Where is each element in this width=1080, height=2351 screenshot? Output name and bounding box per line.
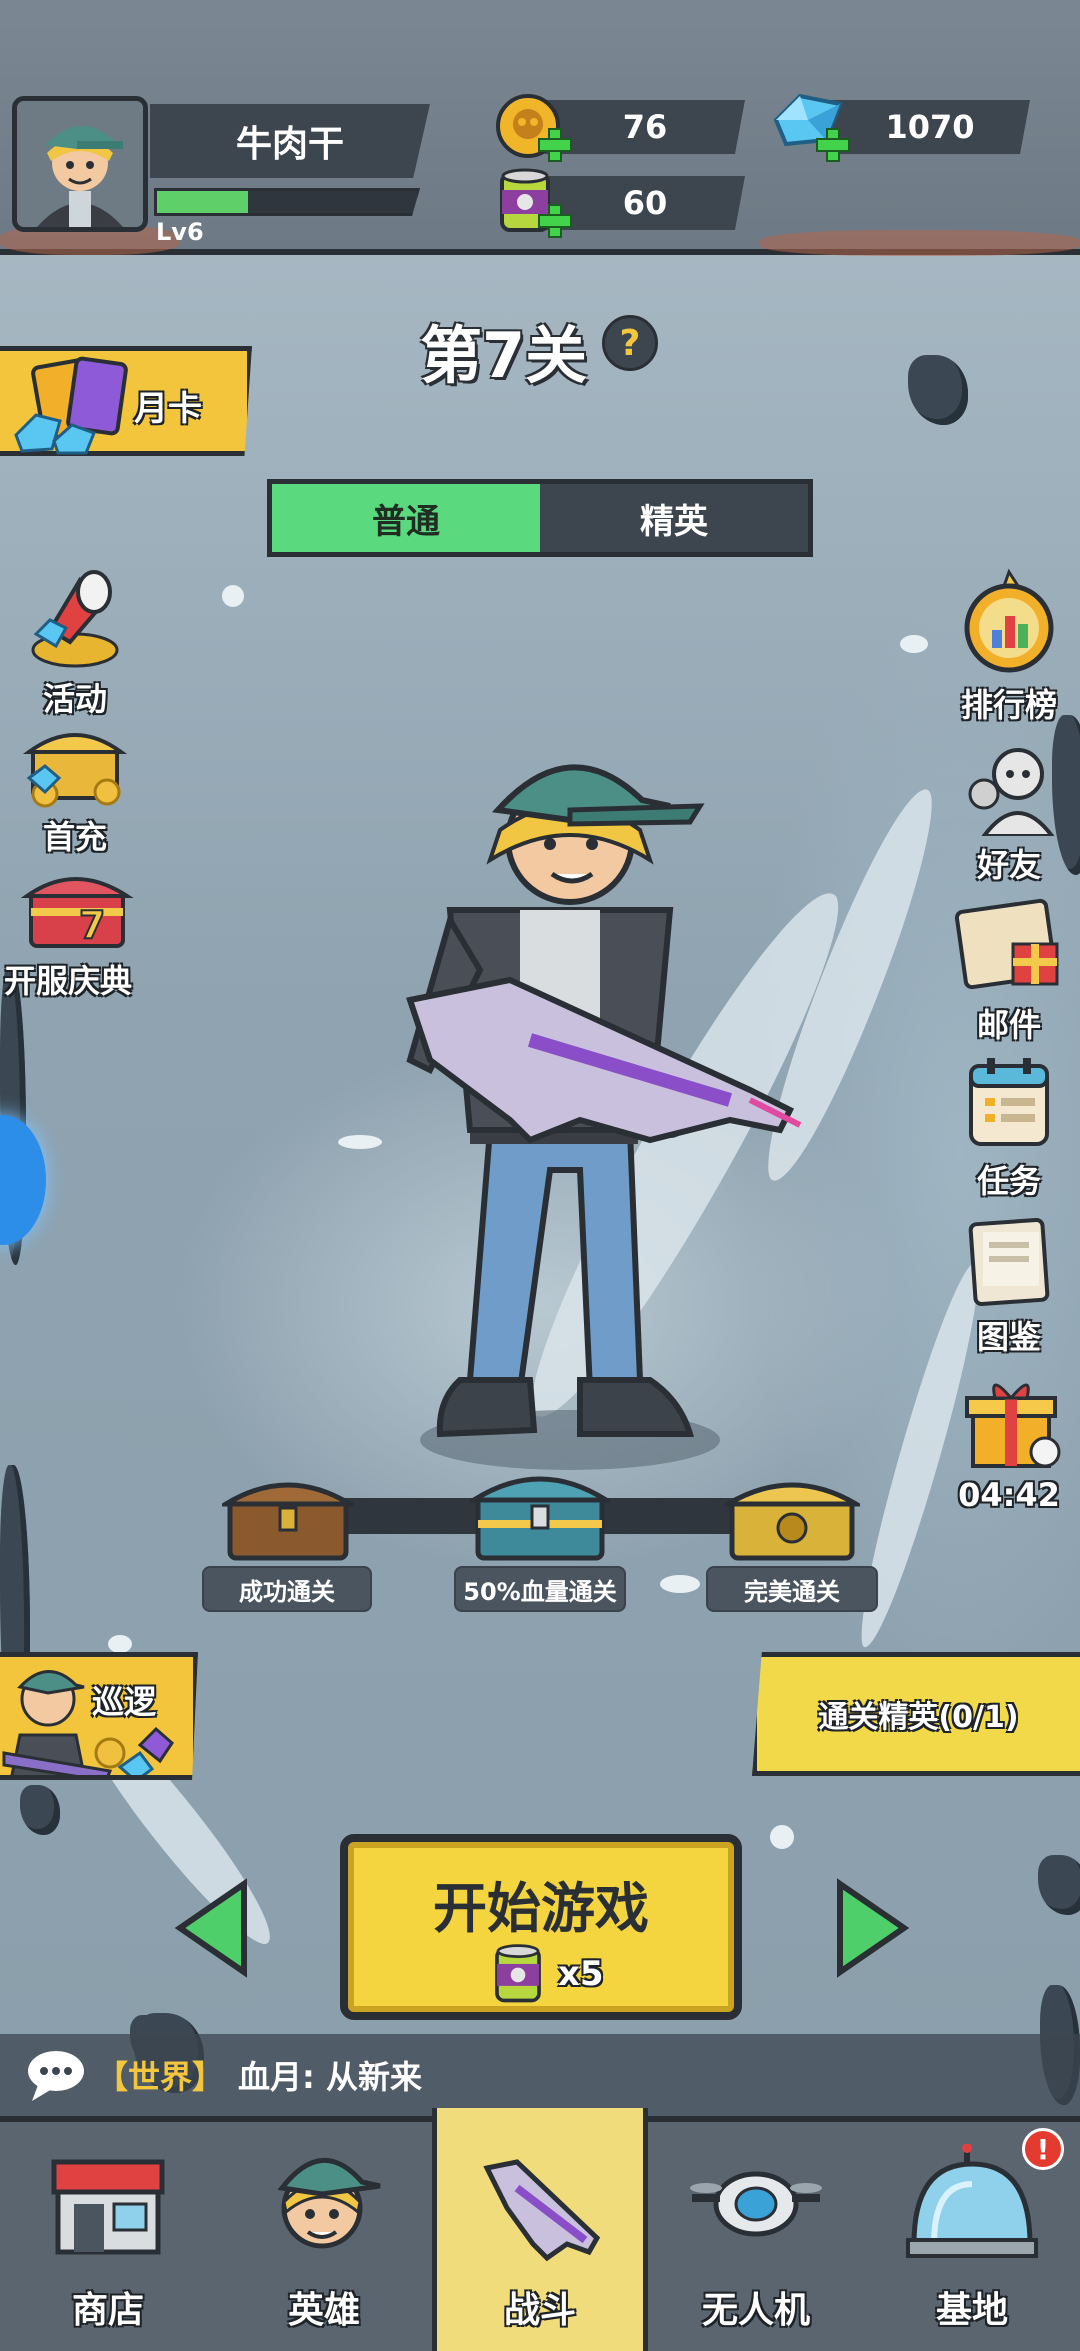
chat-bubble-icon [28,2051,84,2101]
monthly-card-icon [14,356,128,455]
snow-patch [222,585,244,607]
mail-label: 邮件 [976,1006,1041,1044]
add-energy-icon[interactable] [538,204,572,238]
add-coins-icon[interactable] [538,128,572,162]
snow-patch [108,1635,132,1653]
codex-label: 图鉴 [976,1318,1041,1356]
next-level-arrow-icon[interactable] [832,1878,912,1978]
gold-chest-icon [718,1482,866,1561]
chest-clear[interactable] [217,1470,359,1570]
chest-perfect-label: 完美通关 [706,1566,878,1612]
hero-portrait-icon [17,101,143,227]
launch-celebration-button[interactable]: 7 开服庆典 [0,866,150,1002]
hero-character[interactable] [330,740,810,1480]
base-dome-icon [906,2144,1038,2258]
start-game-cost: x5 [558,1954,604,1994]
xp-progress-bar [154,188,420,216]
nav-battle[interactable]: 战斗 [432,2108,648,2351]
megaphone-coins-icon [31,570,119,668]
treasure-chest-icon [22,733,128,808]
tab-normal[interactable]: 普通 [272,484,540,552]
rock [20,1785,60,1835]
start-game-label: 开始游戏 [433,1877,649,1940]
trophy-medal-icon [964,568,1054,673]
leaderboard-label: 排行榜 [960,686,1057,724]
chest-half-hp-label: 50%血量通关 [454,1566,626,1612]
chest-clear-label: 成功通关 [202,1566,372,1612]
leaderboard-button[interactable]: 排行榜 [934,566,1080,726]
drone-icon [690,2171,822,2237]
player-avatar[interactable] [12,96,148,232]
codex-button[interactable]: 图鉴 [934,1212,1080,1358]
nav-hero-label: 英雄 [287,2290,360,2331]
tab-elite[interactable]: 精英 [540,484,808,552]
gift-timer: 04:42 [958,1476,1060,1514]
chest-perfect[interactable] [718,1470,866,1570]
steel-chest-icon [465,1476,615,1561]
timed-gift-button[interactable]: 04:42 [934,1372,1080,1514]
level-title: 第7关 [420,319,588,392]
shop-icon [51,2159,165,2255]
event-label: 活动 [42,680,107,718]
calendar-task-icon [969,1058,1049,1146]
tasks-label: 任务 [976,1162,1041,1200]
gift-box-icon [965,1383,1061,1468]
first-recharge-button[interactable]: 首充 [0,718,150,858]
xp-progress-fill [157,191,248,213]
rifle-icon [483,2159,601,2262]
friends-label: 好友 [976,846,1041,884]
player-name: 牛肉干 [150,104,430,178]
rock [1038,1855,1080,1915]
nav-battle-label: 战斗 [503,2290,576,2331]
skull-coin-counter: 76 [545,100,745,154]
world-chat-bar[interactable]: 【世界】 血月: 从新来 [0,2034,1080,2116]
nav-shop[interactable]: 商店 [0,2122,216,2351]
prev-level-arrow-icon[interactable] [172,1878,252,1978]
player-level: Lv6 [156,218,204,246]
elite-clear-button[interactable]: 通关精英(0/1) [752,1652,1080,1776]
chat-channel: 【世界】 [96,2058,225,2096]
snow-patch [770,1825,794,1849]
blue-orb [0,1115,46,1245]
friends-button[interactable]: 好友 [934,744,1080,886]
event-button[interactable]: 活动 [0,570,150,720]
chest-half-hp[interactable] [465,1462,615,1570]
patrol-button[interactable]: 巡逻 [0,1652,198,1780]
add-gems-icon[interactable] [816,128,850,162]
bottom-nav: 商店 英雄 战斗 无人机 基地 [0,2108,1080,2351]
tasks-button[interactable]: 任务 [934,1052,1080,1202]
friends-icon [968,748,1056,838]
start-game-button[interactable]: 开始游戏 x5 [340,1834,742,2020]
snow-patch [900,635,928,653]
first-recharge-label: 首充 [42,818,107,856]
wooden-chest-icon [217,1482,359,1561]
nav-drone[interactable]: 无人机 [648,2122,864,2351]
nav-base-label: 基地 [935,2290,1008,2331]
mode-toggle: 普通 精英 [267,479,813,557]
mail-button[interactable]: 邮件 [934,896,1080,1046]
help-button[interactable]: ? [602,315,658,371]
monthly-card-label: 月卡 [134,389,202,429]
codex-book-icon [968,1217,1050,1307]
red-chest-7-icon: 7 [20,877,134,948]
launch-celebration-label: 开服庆典 [4,962,133,1000]
nav-drone-label: 无人机 [701,2290,810,2331]
energy-counter: 60 [545,176,745,230]
energy-can-icon [495,1944,541,2003]
rust-stain [760,230,1080,256]
gem-counter: 1070 [830,100,1030,154]
base-alert-badge: ! [1022,2128,1064,2170]
nav-shop-label: 商店 [71,2290,144,2331]
rock [908,355,968,425]
patrol-label: 巡逻 [92,1683,157,1721]
hero-head-icon [277,2157,381,2249]
chat-message: 血月: 从新来 [238,2058,422,2096]
monthly-card-button[interactable]: 月卡 [0,346,252,456]
mail-gift-icon [954,898,1059,990]
snow-patch [660,1575,700,1593]
nav-hero[interactable]: 英雄 [216,2122,432,2351]
svg-text:7: 7 [79,903,105,947]
